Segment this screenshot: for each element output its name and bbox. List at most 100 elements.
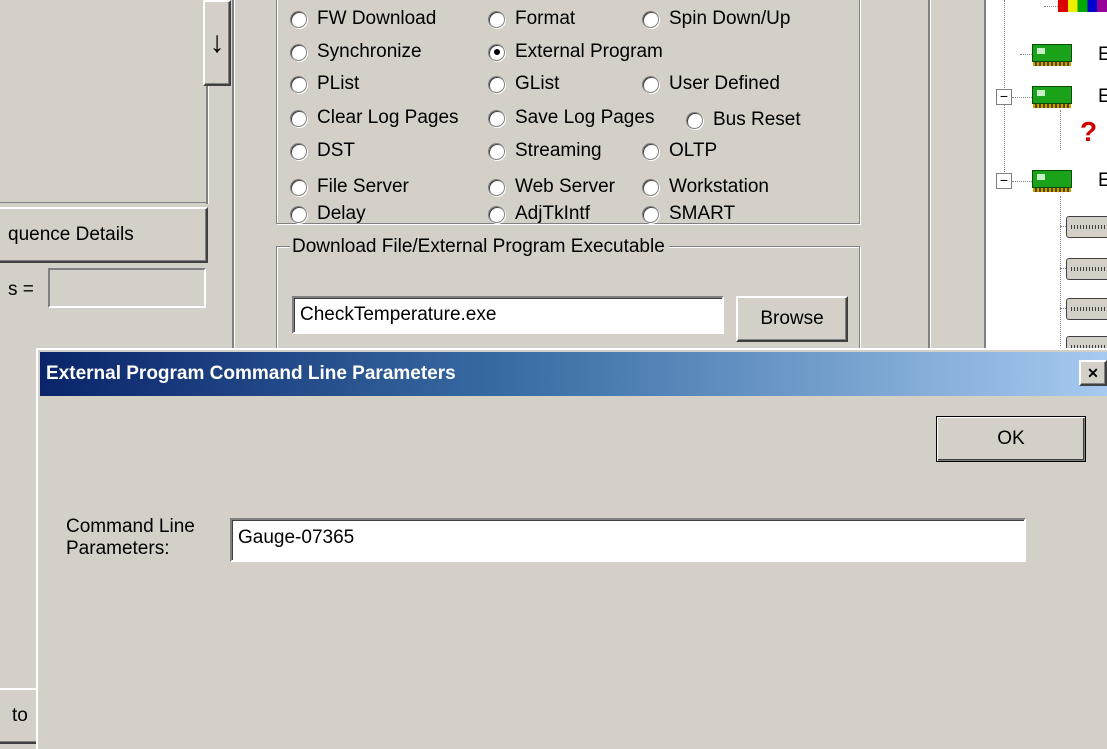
command-line-parameters-input[interactable]: Gauge-07365 [230, 518, 1026, 562]
sequence-details-button[interactable]: quence Details [0, 207, 208, 263]
close-icon: ✕ [1087, 364, 1099, 381]
collapse-icon[interactable]: − [996, 89, 1012, 105]
tree-line [1020, 54, 1032, 55]
collapse-icon[interactable]: − [996, 173, 1012, 189]
tree-line [1012, 97, 1032, 98]
option-save-log-pages[interactable]: Save Log Pages [488, 107, 654, 129]
option-label: Bus Reset [713, 109, 801, 130]
option-label: DST [317, 140, 355, 161]
radio-icon [290, 142, 307, 160]
option-synchronize[interactable]: Synchronize [290, 41, 422, 63]
radio-icon [488, 75, 505, 93]
option-user-defined[interactable]: User Defined [642, 73, 780, 95]
bottom-left-button-label: to [12, 705, 28, 726]
option-plist[interactable]: PList [290, 73, 359, 95]
disk-drive-icon [1066, 258, 1107, 280]
panel-divider-horizontal [0, 202, 208, 203]
adapter-card-icon [1032, 170, 1072, 192]
option-oltp[interactable]: OLTP [642, 140, 717, 162]
option-spin-down-up[interactable]: Spin Down/Up [642, 8, 790, 30]
option-dst[interactable]: DST [290, 140, 355, 162]
radio-icon [642, 142, 659, 160]
option-external-program[interactable]: External Program [488, 41, 663, 63]
dialog-close-button[interactable]: ✕ [1079, 360, 1107, 386]
option-file-server[interactable]: File Server [290, 176, 409, 198]
radio-icon [488, 205, 505, 223]
top-node-icon [1058, 0, 1107, 12]
option-streaming[interactable]: Streaming [488, 140, 602, 162]
radio-icon [642, 10, 659, 28]
tree-node-label: E [1098, 170, 1107, 191]
tree-node-label: E [1098, 86, 1107, 107]
option-label: External Program [515, 41, 663, 62]
option-label: GList [515, 73, 560, 94]
option-label: Streaming [515, 140, 602, 161]
executable-file-value: CheckTemperature.exe [300, 304, 497, 325]
radio-icon [290, 43, 307, 61]
option-fw-download[interactable]: FW Download [290, 8, 436, 30]
option-label: FW Download [317, 8, 437, 29]
command-line-parameters-value: Gauge-07365 [238, 527, 355, 548]
radio-icon [642, 75, 659, 93]
arrow-down-icon: ↓ [209, 26, 225, 59]
command-line-dialog: External Program Command Line Parameters… [36, 348, 1107, 749]
radio-icon [290, 75, 307, 93]
executable-file-input[interactable]: CheckTemperature.exe [292, 296, 724, 334]
bottom-left-button[interactable]: to [0, 688, 40, 744]
option-workstation[interactable]: Workstation [642, 176, 769, 198]
option-bus-reset[interactable]: Bus Reset [686, 109, 801, 131]
option-label: File Server [317, 176, 409, 197]
ok-button[interactable]: OK [936, 416, 1086, 462]
download-file-group-title: Download File/External Program Executabl… [290, 236, 669, 258]
option-format[interactable]: Format [488, 8, 575, 30]
radio-icon [290, 10, 307, 28]
option-label: SMART [669, 203, 736, 224]
radio-icon [642, 178, 659, 196]
option-adjtkintf[interactable]: AdjTkIntf [488, 203, 590, 225]
scroll-down-button[interactable]: ↓ [203, 0, 231, 86]
dialog-title-bar[interactable]: External Program Command Line Parameters… [40, 352, 1107, 396]
tree-line [1060, 110, 1061, 150]
option-label: Workstation [669, 176, 769, 197]
dialog-title: External Program Command Line Parameters [46, 363, 456, 384]
option-label: Clear Log Pages [317, 107, 459, 128]
tree-node-label: E [1098, 44, 1107, 65]
radio-icon [686, 111, 703, 129]
tree-line [1060, 196, 1061, 346]
option-label: Save Log Pages [515, 107, 655, 128]
adapter-card-icon [1032, 44, 1072, 66]
option-label: User Defined [669, 73, 780, 94]
option-web-server[interactable]: Web Server [488, 176, 626, 198]
radio-icon [488, 142, 505, 160]
option-clear-log-pages[interactable]: Clear Log Pages [290, 107, 459, 129]
option-label: Delay [317, 203, 366, 224]
radio-icon [290, 109, 307, 127]
option-label: Synchronize [317, 41, 422, 62]
radio-icon [488, 10, 505, 28]
option-smart[interactable]: SMART [642, 203, 735, 225]
panel-divider [206, 86, 208, 204]
radio-icon [488, 109, 505, 127]
count-field[interactable] [48, 268, 206, 308]
radio-icon [290, 178, 307, 196]
radio-icon [290, 205, 307, 223]
option-glist[interactable]: GList [488, 73, 559, 95]
radio-selected-icon [488, 43, 505, 61]
disk-drive-icon [1066, 216, 1107, 238]
radio-icon [488, 178, 505, 196]
option-label: Spin Down/Up [669, 8, 791, 29]
option-label: PList [317, 73, 360, 94]
browse-button[interactable]: Browse [736, 296, 848, 342]
label-line-1: Command Line [66, 516, 195, 537]
command-line-parameters-label: Command Line Parameters: [66, 516, 195, 560]
label-line-2: Parameters: [66, 538, 170, 559]
unknown-device-icon: ? [1080, 116, 1098, 147]
option-delay[interactable]: Delay [290, 203, 366, 225]
tree-line [1044, 6, 1058, 7]
option-label: AdjTkIntf [515, 203, 590, 224]
sequence-details-label: quence Details [8, 224, 134, 245]
field-label: s = [8, 279, 34, 300]
browse-button-label: Browse [760, 308, 824, 329]
adapter-card-icon [1032, 86, 1072, 108]
option-label: Web Server [515, 176, 615, 197]
